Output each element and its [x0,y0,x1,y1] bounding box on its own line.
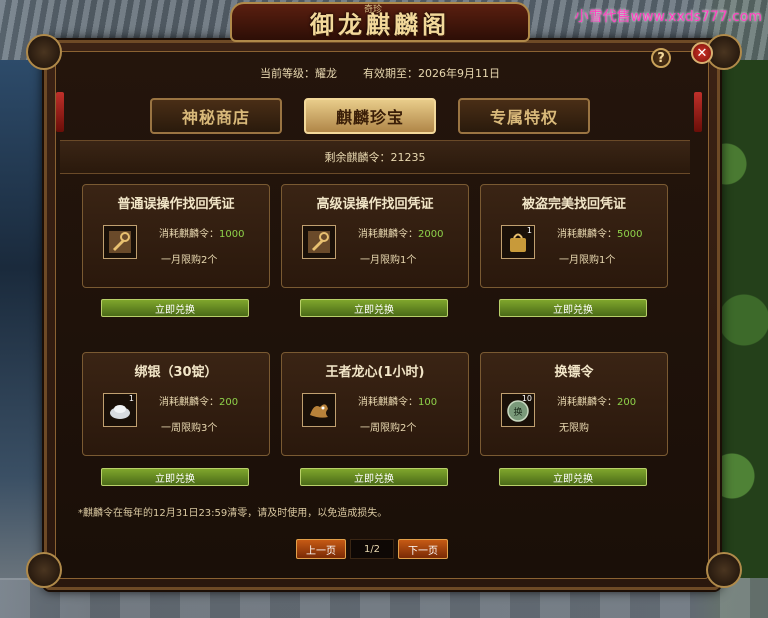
prev-page-button[interactable]: 上一页 [296,539,346,559]
item-cost: 消耗麒麟令：200 [159,397,239,408]
expire-text: 有效期至：2026年9月11日 [363,67,500,80]
watermark: 小雪代售www.xxds777.com [574,9,762,25]
item-cost: 消耗麒麟令：5000 [557,229,643,240]
remaining-tokens-text: 剩余麒麟令：21235 [324,151,426,164]
item-limit: 一月限购2个 [161,255,218,266]
level-text: 当前等级：耀龙 [260,67,337,80]
status-info-bar: 当前等级：耀龙 有效期至：2026年9月11日 [60,60,700,86]
tassel-left [56,92,64,132]
next-page-button[interactable]: 下一页 [398,539,448,559]
corner-ornament-bottom-right [706,552,742,588]
item-title: 高级误操作找回凭证 [316,197,434,212]
corner-ornament-bottom-left [26,552,62,588]
exchange-button[interactable]: 立即兑换 [300,468,448,486]
item-card: 高级误操作找回凭证 消耗麒麟令：2000 一月限购1个 [281,184,469,288]
pagination: 上一页 1/2 下一页 [296,538,448,560]
item-limit: 一月限购1个 [360,255,417,266]
item-limit: 一周限购2个 [360,423,417,434]
page-indicator: 1/2 [350,539,394,559]
item-card: 换镖令 换 10 消耗麒麟令：200 无限购 [480,352,668,456]
exchange-button[interactable]: 立即兑换 [101,468,249,486]
wrench-icon[interactable] [302,225,336,259]
item-cost: 消耗麒麟令：1000 [159,229,245,240]
wrench-icon[interactable] [103,225,137,259]
banner-subtitle: 奇珍 [364,5,383,15]
tab-qilin-treasure[interactable]: 麒麟珍宝 [304,98,436,134]
token-icon[interactable]: 换 10 [501,393,535,427]
help-button[interactable]: ? [651,48,671,68]
item-quantity: 10 [521,394,532,403]
tab-exclusive-privilege[interactable]: 专属特权 [458,98,590,134]
item-card: 王者龙心(1小时) 消耗麒麟令：100 一周限购2个 [281,352,469,456]
tassel-right [694,92,702,132]
exchange-button[interactable]: 立即兑换 [499,468,647,486]
item-title: 被盗完美找回凭证 [521,197,626,212]
item-limit: 一月限购1个 [559,255,616,266]
reset-notice: *麒麟令在每年的12月31日23:59清零，请及时使用，以免造成损失。 [78,508,388,519]
item-cost: 消耗麒麟令：2000 [358,229,444,240]
item-title: 绑银（30锭） [134,365,218,380]
item-limit: 无限购 [559,423,589,434]
remaining-tokens-bar: 剩余麒麟令：21235 [60,140,690,174]
bag-icon[interactable]: 1 [501,225,535,259]
item-card: 被盗完美找回凭证 1 消耗麒麟令：5000 一月限购1个 [480,184,668,288]
close-button[interactable]: ✕ [691,42,713,64]
left-wall [0,60,42,580]
item-title: 王者龙心(1小时) [325,365,425,380]
title-banner: 奇珍 御龙麒麟阁 [230,2,530,42]
item-title: 普通误操作找回凭证 [117,197,235,212]
item-card: 绑银（30锭） 1 消耗麒麟令：200 一周限购3个 [82,352,270,456]
svg-text:换: 换 [513,406,522,418]
item-title: 换镖令 [554,365,594,380]
silver-ingot-icon[interactable]: 1 [103,393,137,427]
item-cost: 消耗麒麟令：100 [358,397,438,408]
tab-mystery-shop[interactable]: 神秘商店 [150,98,282,134]
item-quantity: 1 [128,394,134,403]
item-quantity: 1 [526,226,532,235]
exchange-button[interactable]: 立即兑换 [499,299,647,317]
item-limit: 一周限购3个 [161,423,218,434]
exchange-button[interactable]: 立即兑换 [101,299,249,317]
item-card: 普通误操作找回凭证 消耗麒麟令：1000 一月限购2个 [82,184,270,288]
exchange-button[interactable]: 立即兑换 [300,299,448,317]
tab-bar: 神秘商店 麒麟珍宝 专属特权 [150,98,610,138]
item-cost: 消耗麒麟令：200 [557,397,637,408]
corner-ornament-top-left [26,34,62,70]
dragon-icon[interactable] [302,393,336,427]
